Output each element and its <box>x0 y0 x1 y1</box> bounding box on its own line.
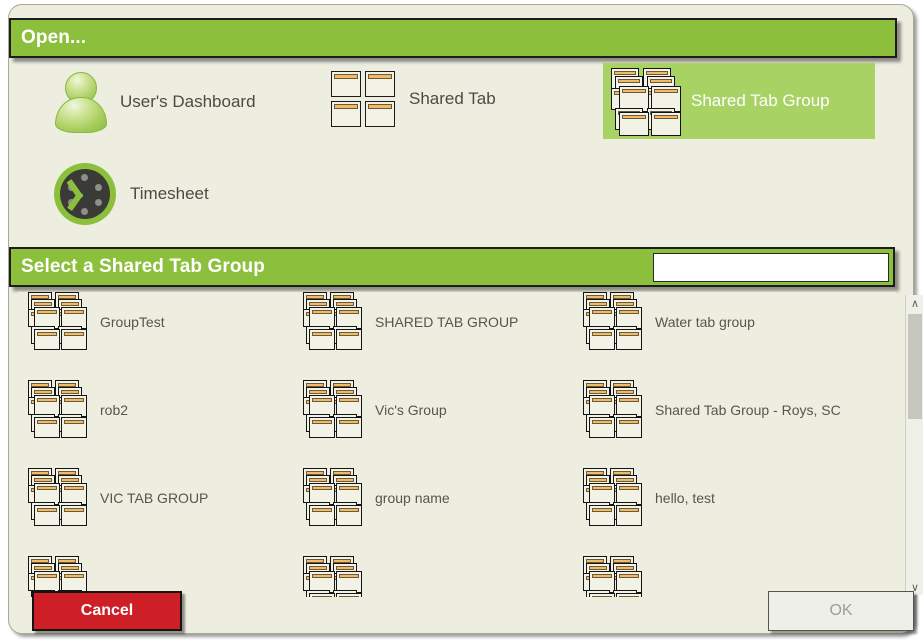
list-item[interactable]: group name <box>303 468 565 528</box>
list-item[interactable]: VIC TAB GROUP <box>28 468 290 528</box>
list-item-label: Water tab group <box>655 313 755 330</box>
type-option-shared-tab[interactable]: Shared Tab <box>323 65 504 133</box>
tab-group-icon <box>583 292 643 352</box>
type-option-timesheet[interactable]: Timesheet <box>46 157 217 231</box>
tab-group-icon <box>28 380 88 440</box>
open-header-title: Open... <box>21 27 87 48</box>
list-item-label: Shared Tab Group - Roys, SC <box>655 401 841 418</box>
tab-group-icon <box>303 292 363 352</box>
tab-group-icon <box>303 380 363 440</box>
scrollbar-thumb[interactable] <box>908 314 922 419</box>
tab-panels-icon <box>331 71 395 127</box>
ok-button[interactable]: OK <box>768 591 914 631</box>
tab-group-icon <box>583 380 643 440</box>
type-option-label: User's Dashboard <box>120 92 256 111</box>
type-option-label: Shared Tab <box>409 89 496 108</box>
dialog-panel: Open... User's Dashboard Shared Tab Shar… <box>8 4 923 634</box>
list-item-label: SHARED TAB GROUP <box>375 313 519 330</box>
select-group-header-title: Select a Shared Tab Group <box>21 256 265 277</box>
list-item[interactable]: hello, test <box>583 468 845 528</box>
list-item[interactable]: SHARED TAB GROUP <box>303 292 565 352</box>
list-item-label: Vic's Group <box>375 401 447 418</box>
clock-icon <box>54 163 116 225</box>
cancel-button[interactable]: Cancel <box>32 591 182 631</box>
list-item-label: VIC TAB GROUP <box>100 489 209 506</box>
tab-group-icon <box>303 468 363 528</box>
tab-group-icon <box>303 556 363 597</box>
search-input[interactable] <box>653 252 889 282</box>
list-item[interactable]: GroupTest <box>28 292 290 352</box>
search-wrap <box>653 252 889 282</box>
list-item-label: GroupTest <box>100 313 165 330</box>
tab-group-icon <box>583 556 643 597</box>
tab-group-icon <box>28 292 88 352</box>
scroll-up-icon[interactable]: ∧ <box>906 295 924 311</box>
list-item-label: hello, test <box>655 489 715 506</box>
type-option-users-dashboard[interactable]: User's Dashboard <box>46 65 264 139</box>
list-item[interactable] <box>303 556 565 597</box>
tab-group-icon <box>583 468 643 528</box>
tab-group-icon <box>28 468 88 528</box>
list-item[interactable]: rob2 <box>28 380 290 440</box>
group-list-area[interactable]: GroupTest SHARED TAB GROUP Water tab group… <box>18 292 896 597</box>
type-chooser-region: User's Dashboard Shared Tab Shared Tab G… <box>18 63 914 235</box>
list-item[interactable]: Shared Tab Group - Roys, SC <box>583 380 845 440</box>
list-item-label: rob2 <box>100 401 129 418</box>
select-group-header-bar: Select a Shared Tab Group <box>9 247 895 287</box>
type-option-label: Shared Tab Group <box>691 91 830 110</box>
open-header-bar: Open... <box>9 18 897 58</box>
user-avatar-icon <box>54 71 107 133</box>
group-list-scrollbar[interactable]: ∧ ∨ <box>905 295 923 595</box>
open-dialog-screen: Open... User's Dashboard Shared Tab Shar… <box>0 0 924 642</box>
type-option-shared-tab-group[interactable]: Shared Tab Group <box>603 63 875 139</box>
list-item[interactable]: Vic's Group <box>303 380 565 440</box>
type-option-label: Timesheet <box>130 184 209 203</box>
list-item-label: group name <box>375 489 450 506</box>
list-item[interactable]: Water tab group <box>583 292 845 352</box>
tab-group-icon <box>611 68 681 136</box>
